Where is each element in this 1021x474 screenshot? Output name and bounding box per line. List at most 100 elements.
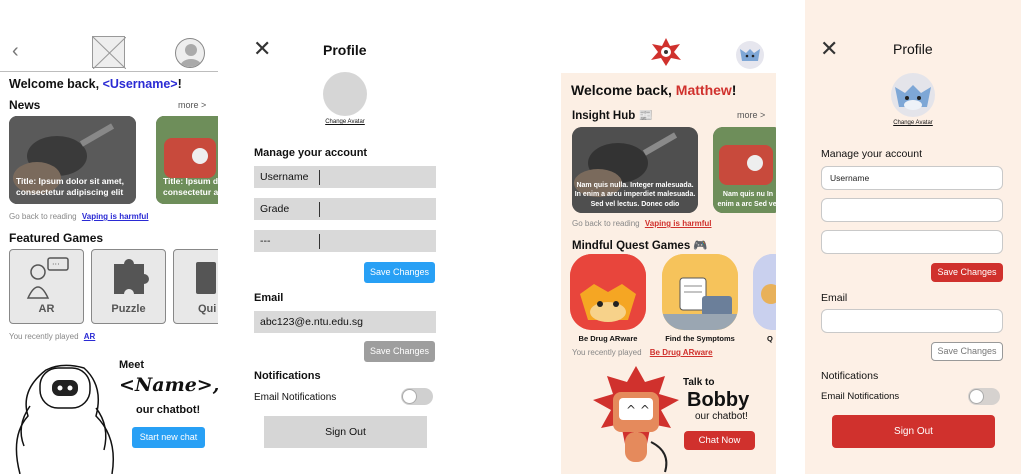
chatbot-name-comma: ,	[213, 374, 218, 396]
other-field[interactable]: ---	[254, 230, 436, 252]
notifications-title: Notifications	[821, 370, 879, 382]
back-chevron-icon[interactable]: ‹	[12, 40, 19, 63]
toggle-knob	[969, 389, 984, 404]
insight-hub-label: Insight Hub	[572, 110, 636, 122]
recently-played-text: You recently played	[572, 348, 642, 357]
game-art-icon	[753, 254, 776, 330]
other-field-placeholder: ---	[260, 235, 271, 247]
email-title: Email	[821, 292, 848, 304]
grade-field-placeholder: Grade	[260, 203, 290, 215]
news-more-link[interactable]: more >	[178, 100, 206, 110]
save-changes-button[interactable]: Save Changes	[364, 262, 435, 283]
game-tile-puzzle[interactable]: Puzzle	[91, 249, 166, 324]
close-icon[interactable]: ✕	[820, 36, 838, 62]
chat-now-button[interactable]: Chat Now	[684, 431, 755, 450]
game-card-find-the-symptoms[interactable]	[662, 254, 738, 330]
username-field[interactable]: Username	[821, 166, 1003, 190]
manage-account-title: Manage your account	[821, 148, 922, 160]
avatar-placeholder[interactable]	[323, 72, 367, 116]
person-chat-icon: ···	[26, 257, 69, 299]
game-3-label: Q	[767, 334, 773, 343]
text-caret	[319, 202, 320, 217]
welcome-suffix: !	[731, 82, 737, 98]
mindful-quest-label: Mindful Quest Games	[572, 240, 691, 252]
other-field[interactable]	[821, 230, 1003, 254]
change-avatar-link[interactable]: Change Avatar	[887, 120, 939, 126]
book-icon	[196, 262, 216, 294]
email-notifications-toggle[interactable]	[968, 388, 1000, 405]
welcome-heading: Welcome back, Matthew!	[571, 82, 736, 98]
profile-avatar-icon[interactable]	[175, 38, 205, 68]
game-card-be-drug-arware[interactable]	[570, 254, 646, 330]
welcome-suffix: !	[177, 77, 182, 91]
continue-reading-row: Go back to reading Vaping is harmful	[9, 212, 149, 221]
recently-played-row: You recently played Be Drug ARware	[572, 348, 713, 357]
sign-out-button[interactable]: Sign Out	[832, 415, 995, 448]
news-title: News	[9, 98, 41, 112]
start-new-chat-button[interactable]: Start new chat	[132, 427, 205, 448]
top-bar: ‹	[0, 36, 218, 72]
wireframe-home-screen: ‹ Welcome back, <Username>! News more > …	[0, 0, 218, 474]
save-email-button[interactable]: Save Changes	[931, 342, 1003, 361]
username-field[interactable]: Username	[254, 166, 436, 188]
grade-field[interactable]: Grade	[254, 198, 436, 220]
game-2-label: Find the Symptoms	[665, 334, 735, 343]
newspaper-icon: 📰	[638, 110, 653, 122]
game-tile-ar[interactable]: ··· AR	[9, 249, 84, 324]
welcome-prefix: Welcome back,	[571, 82, 676, 98]
chatbot-name-heading: <Name>,	[119, 374, 218, 396]
chatbot-meet-text: Meet	[119, 359, 145, 371]
welcome-heading: Welcome back, <Username>!	[9, 77, 182, 91]
profile-title: Profile	[893, 41, 933, 57]
chatbot-robot-icon	[15, 364, 115, 474]
game-tile-puzzle-label: Puzzle	[111, 303, 146, 315]
news-card-2[interactable]: Title: Ipsum d consectetur a	[156, 116, 218, 204]
mindful-quest-title: Mindful Quest Games 🎮	[572, 238, 708, 252]
featured-games-title: Featured Games	[9, 231, 104, 245]
game-1-label: Be Drug ARware	[578, 334, 638, 343]
game-tile-ar-label: AR	[38, 303, 55, 315]
game-tile-quiz[interactable]: Qui	[173, 249, 218, 324]
insight-card-2[interactable]: Nam quis nu In enim a arc Sed vel	[713, 127, 776, 213]
profile-avatar-icon[interactable]	[736, 41, 764, 69]
recently-played-link[interactable]: Be Drug ARware	[650, 348, 713, 357]
manage-account-title: Manage your account	[254, 147, 368, 159]
talk-to-text: Talk to	[683, 377, 715, 388]
insight-card-1[interactable]: Nam quis nulla. Integer malesuada. In en…	[572, 127, 698, 213]
svg-text:^ ^: ^ ^	[626, 403, 650, 417]
news-card-1-caption: Title: Ipsum dolor sit amet, consectetur…	[16, 176, 124, 197]
continue-reading-link[interactable]: Vaping is harmful	[82, 212, 149, 221]
close-icon[interactable]: ✕	[253, 36, 271, 62]
email-notifications-toggle[interactable]	[401, 388, 433, 405]
bobby-robot-icon: ^ ^	[593, 366, 679, 473]
bot-name: Bobby	[687, 389, 750, 411]
email-field[interactable]: abc123@e.ntu.edu.sg	[254, 311, 436, 333]
continue-reading-link[interactable]: Vaping is harmful	[645, 219, 712, 228]
chatbot-name: <Name>	[119, 374, 213, 396]
welcome-prefix: Welcome back,	[9, 77, 103, 91]
continue-reading-text: Go back to reading	[9, 212, 77, 221]
save-email-button[interactable]: Save Changes	[364, 341, 435, 362]
news-card-2-caption: Title: Ipsum d consectetur a	[163, 176, 218, 197]
email-notifications-label: Email Notifications	[821, 391, 900, 402]
insight-hub-title: Insight Hub 📰	[572, 108, 653, 122]
email-notifications-label: Email Notifications	[254, 392, 337, 403]
recently-played-link[interactable]: AR	[84, 332, 96, 341]
email-field[interactable]	[821, 309, 1003, 333]
insight-card-2-caption: Nam quis nu In enim a arc Sed vel	[717, 191, 776, 208]
puzzle-piece-icon	[114, 259, 149, 294]
avatar[interactable]	[891, 73, 935, 117]
welcome-username: Matthew	[675, 82, 732, 98]
change-avatar-link[interactable]: Change Avatar	[323, 119, 367, 125]
grade-field[interactable]	[821, 198, 1003, 222]
save-changes-button[interactable]: Save Changes	[931, 263, 1003, 282]
insight-more-link[interactable]: more >	[737, 110, 765, 120]
chatbot-subtitle: our chatbot!	[695, 411, 748, 422]
news-card-1[interactable]: Title: Ipsum dolor sit amet, consectetur…	[9, 116, 136, 204]
game-card-3[interactable]	[753, 254, 776, 330]
insight-card-1-caption: Nam quis nulla. Integer malesuada. In en…	[574, 181, 696, 208]
game-controller-icon: 🎮	[693, 240, 708, 252]
sign-out-button[interactable]: Sign Out	[264, 416, 427, 448]
hifi-profile-screen: ✕ Profile Change Avatar Manage your acco…	[805, 0, 1021, 474]
notifications-title: Notifications	[254, 370, 321, 382]
